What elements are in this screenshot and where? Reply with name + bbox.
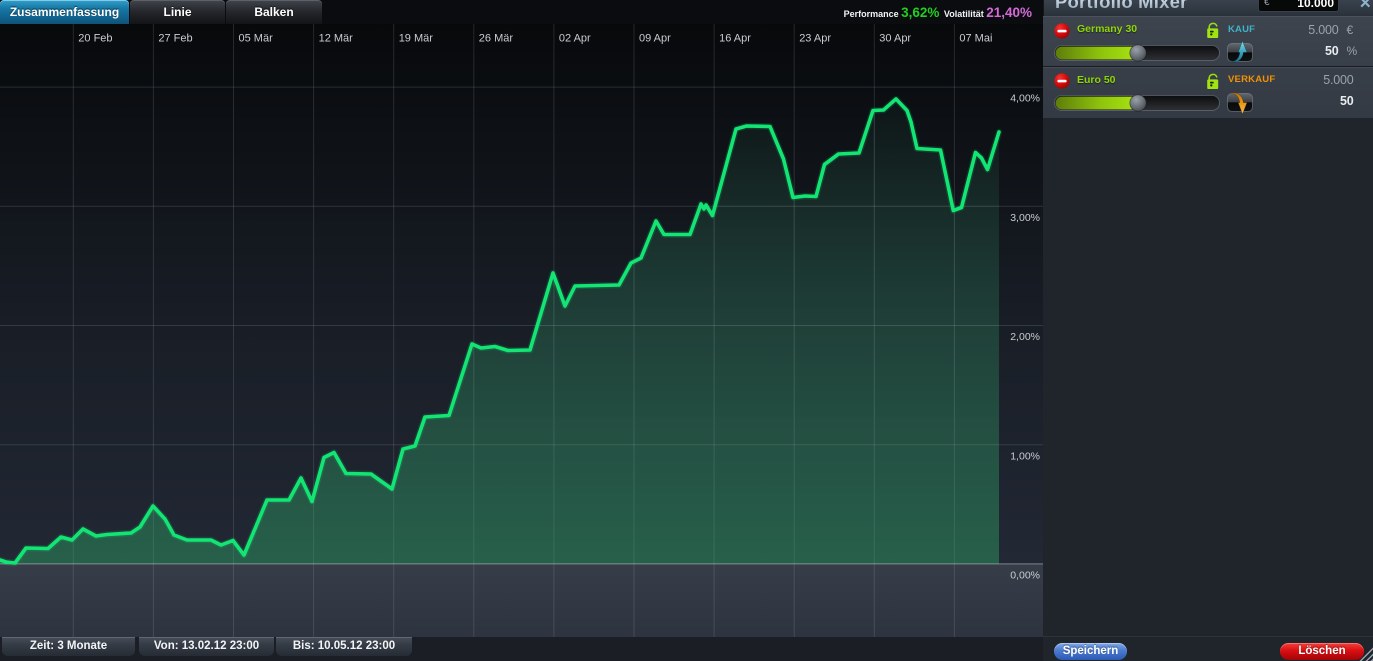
svg-text:19 Mär: 19 Mär — [399, 33, 434, 45]
svg-text:2,00%: 2,00% — [1010, 331, 1040, 343]
svg-text:09 Apr: 09 Apr — [639, 33, 671, 45]
svg-text:1,00%: 1,00% — [1010, 450, 1040, 462]
svg-text:4,00%: 4,00% — [1010, 93, 1040, 105]
svg-text:02 Apr: 02 Apr — [559, 33, 591, 45]
svg-text:0,00%: 0,00% — [1010, 570, 1040, 582]
svg-text:30 Apr: 30 Apr — [879, 33, 911, 45]
svg-text:12 Mär: 12 Mär — [319, 33, 354, 45]
svg-text:23 Apr: 23 Apr — [799, 33, 831, 45]
svg-text:27 Feb: 27 Feb — [158, 33, 192, 45]
svg-text:26 Mär: 26 Mär — [479, 33, 514, 45]
svg-text:05 Mär: 05 Mär — [239, 33, 274, 45]
svg-text:16 Apr: 16 Apr — [719, 33, 751, 45]
svg-text:20 Feb: 20 Feb — [78, 33, 112, 45]
svg-text:3,00%: 3,00% — [1010, 212, 1040, 224]
svg-text:07 Mai: 07 Mai — [959, 33, 992, 45]
